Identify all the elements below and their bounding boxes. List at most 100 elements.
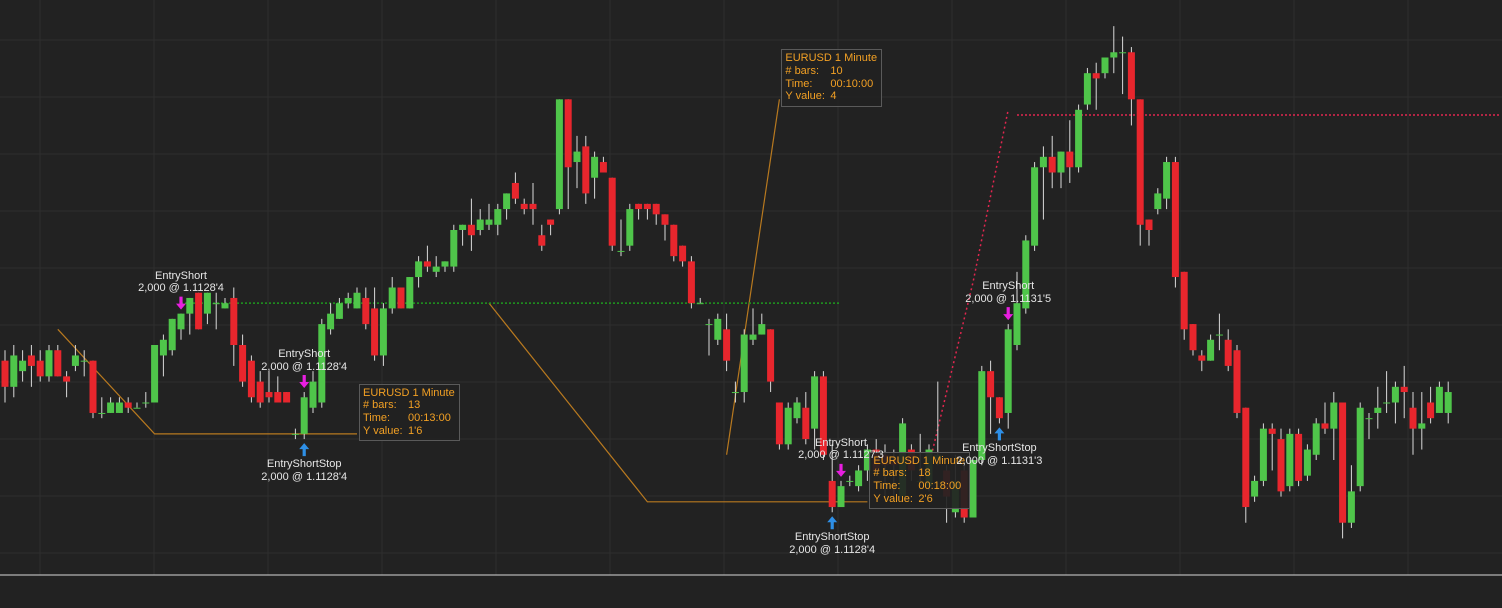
candle (1039, 146, 1047, 220)
candle (582, 135, 590, 204)
execution-label: EntryShortStop 2,000 @ 1.1131'3 (956, 442, 1042, 467)
candle (230, 287, 238, 366)
candle (617, 219, 625, 257)
candle (1189, 324, 1197, 356)
candle (247, 355, 255, 403)
candle-body (511, 182, 519, 199)
candle-body (969, 460, 977, 518)
measure-info-value: 18 (918, 467, 931, 480)
candle (1171, 156, 1179, 288)
candle-body (36, 360, 44, 377)
candle (1075, 104, 1083, 173)
candle (608, 177, 616, 251)
candle (71, 345, 79, 372)
measure-info-row: # bars: 18 (873, 467, 965, 480)
candle (599, 156, 607, 173)
candle-body (1013, 303, 1021, 345)
candle (1347, 465, 1355, 528)
candle (115, 397, 123, 413)
candle (652, 203, 660, 225)
candle-body (1215, 334, 1223, 336)
candle (749, 308, 757, 345)
measure-info-key: Y value: (873, 492, 913, 505)
candle (1066, 120, 1074, 183)
measure-info-key: # bars: (785, 64, 820, 77)
candle-body (1110, 52, 1118, 58)
entry-short-arrow-icon (1003, 307, 1014, 321)
candle (1286, 428, 1294, 492)
candle-body (1427, 402, 1435, 419)
candle-body (687, 261, 695, 304)
candle (1163, 156, 1171, 210)
candle-body (168, 318, 176, 351)
candle-body (379, 308, 387, 356)
measure-info-box[interactable]: EURUSD 1 Minute # bars: 18 Time: 00:18:00 Y v… (869, 451, 971, 510)
execution-label: EntryShort 2,000 @ 1.1128'4 (138, 270, 224, 295)
candle-body (626, 209, 634, 246)
candle-body (485, 219, 493, 225)
candle (177, 313, 185, 340)
measure-info-box[interactable]: EURUSD 1 Minute # bars: 13 Time: 00:13:00 Y v… (359, 383, 460, 442)
candle-body (758, 324, 766, 335)
execution-label: EntryShort 2,000 @ 1.1131'5 (965, 280, 1051, 305)
candle-body (1400, 386, 1408, 393)
candle (107, 397, 115, 413)
candle (1224, 329, 1232, 372)
candle (476, 209, 484, 236)
candle-body (151, 345, 159, 403)
candle (520, 198, 528, 215)
candle (300, 392, 308, 440)
candle (1339, 402, 1347, 539)
candle-body (591, 156, 599, 178)
candle (10, 345, 18, 398)
candle-body (723, 329, 731, 361)
candle (775, 402, 783, 450)
entry-stop-arrow-icon (994, 427, 1005, 441)
candle-body (1347, 491, 1355, 523)
candle (1207, 334, 1215, 361)
candle (696, 297, 704, 305)
execution-name: EntryShort (278, 348, 331, 361)
candle-body (837, 486, 845, 508)
candle-body (450, 230, 458, 267)
candle-body (1207, 339, 1215, 361)
candle-body (1444, 392, 1452, 413)
measure-info-row: Time: 00:18:00 (873, 480, 965, 493)
candle (1383, 371, 1391, 413)
candle-body (1233, 350, 1241, 413)
measure-info-key: Y value: (785, 90, 825, 103)
candle (555, 99, 563, 215)
measure-info-row: Time: 00:10:00 (785, 78, 877, 91)
candle (1312, 418, 1320, 460)
measure-info-box[interactable]: EURUSD 1 Minute # bars: 10 Time: 00:10:00 Y v… (781, 49, 883, 107)
candle-body (133, 407, 141, 409)
candle (309, 371, 317, 413)
measure-info-key: Time: (873, 480, 901, 492)
candle (1145, 219, 1153, 246)
candle (1444, 381, 1452, 424)
candle-body (1136, 99, 1144, 225)
candle-body (397, 287, 405, 309)
candle-body (696, 303, 704, 305)
candle (195, 292, 203, 330)
candlestick-chart[interactable] (0, 0, 1502, 608)
candle-body (1295, 433, 1303, 481)
candle-body (1286, 433, 1294, 487)
candle (379, 303, 387, 366)
candle-body (388, 287, 396, 309)
candle-body (230, 297, 238, 345)
candle-body (432, 266, 440, 272)
candle (1321, 402, 1329, 434)
candle (573, 135, 581, 189)
candle-body (221, 303, 229, 309)
measure-info-key: # bars: (873, 467, 908, 480)
candle (27, 345, 35, 387)
candle (1083, 67, 1091, 110)
candle (1127, 47, 1135, 126)
measure-info-row: Y value: 2'6 (873, 493, 965, 506)
execution-label: EntryShortStop 2,000 @ 1.1128'4 (261, 458, 347, 483)
candle (459, 224, 467, 246)
candle (1409, 392, 1417, 455)
candle-body (679, 245, 687, 262)
execution-detail: 2,000 @ 1.1128'4 (261, 470, 348, 483)
